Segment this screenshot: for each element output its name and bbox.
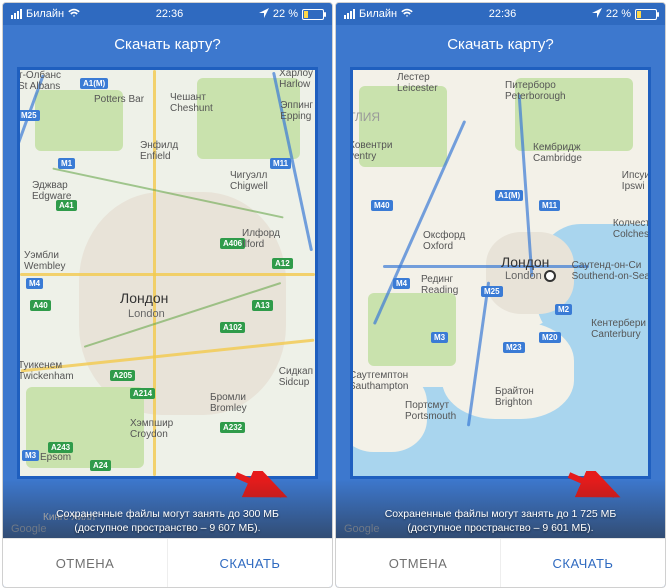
phone-right: Билайн 22:36 22 % Скачать карту? [335, 2, 666, 588]
map-viewport[interactable]: M25 A1(M) M1 M11 M4 M3 A41 A406 A40 A12 … [17, 67, 318, 479]
hwy-m25: M25 [481, 286, 503, 297]
city-cambridge: КембриджCambridge [533, 142, 582, 164]
battery-pct: 22 % [606, 8, 631, 20]
hwy-a24: A24 [90, 460, 111, 471]
wifi-icon [401, 8, 413, 21]
download-size-info: Сохраненные файлы могут занять до 300 МБ… [3, 507, 332, 535]
hwy-m40: M40 [371, 200, 393, 211]
city-coventry: Ковентриventry [350, 140, 392, 162]
city-peterborough: ПитербороPeterborough [505, 80, 566, 102]
size-line1: Сохраненные файлы могут занять до 300 МБ [15, 507, 320, 521]
city-canterbury: КентербериCanterbury [591, 318, 646, 340]
hwy-m3: M3 [431, 332, 448, 343]
city-oxford: ОксфордOxford [423, 230, 465, 252]
city-colchester: КолчестColches [613, 218, 650, 240]
status-bar: Билайн 22:36 22 % [3, 3, 332, 25]
city-london-en: London [128, 308, 165, 320]
hwy-a1m: A1(M) [495, 190, 523, 201]
hwy-a205: A205 [110, 370, 135, 381]
carrier-label: Билайн [359, 8, 397, 20]
capital-marker-icon [544, 270, 556, 282]
city-brighton: БрайтонBrighton [495, 386, 534, 408]
clock: 22:36 [489, 8, 517, 20]
signal-icon [344, 9, 355, 19]
size-line2: (доступное пространство – 9 601 МБ). [348, 521, 653, 535]
city-ipswich: ИпсуиIpswi [622, 170, 650, 192]
map-viewport[interactable]: M40 A1(M) M11 M4 M25 M2 M20 M3 M23 Лесте… [350, 67, 651, 479]
city-ilford: ИлфордIlford [242, 228, 280, 250]
hwy-m23: M23 [503, 342, 525, 353]
wifi-icon [68, 8, 80, 21]
hwy-m3: M3 [22, 450, 39, 461]
hwy-a12: A12 [272, 258, 293, 269]
city-southend: Саутенд-он-СиSouthend-on-Sea [572, 260, 650, 282]
status-bar: Билайн 22:36 22 % [336, 3, 665, 25]
cancel-button[interactable]: ОТМЕНА [3, 539, 168, 587]
page-title: Скачать карту? [336, 25, 665, 63]
hwy-a13: A13 [252, 300, 273, 311]
city-harlow: ХарлоуHarlow [279, 68, 313, 90]
hwy-m4: M4 [393, 278, 410, 289]
city-sidcup: СидкапSidcup [279, 366, 313, 388]
button-bar: ОТМЕНА СКАЧАТЬ [336, 538, 665, 587]
city-epsom: Epsom [40, 452, 71, 463]
cancel-button[interactable]: ОТМЕНА [336, 539, 501, 587]
city-croydon: ХэмпширCroydon [130, 418, 173, 440]
size-line1: Сохраненные файлы могут занять до 1 725 … [348, 507, 653, 521]
city-edgware: ЭджварEdgware [32, 180, 71, 202]
signal-icon [11, 9, 22, 19]
download-button[interactable]: СКАЧАТЬ [501, 539, 665, 587]
city-cheshunt: ЧешантCheshunt [170, 92, 213, 114]
battery-icon [302, 9, 324, 20]
page-title: Скачать карту? [3, 25, 332, 63]
hwy-m11: M11 [539, 200, 560, 211]
location-icon [592, 8, 602, 21]
hwy-m4: M4 [26, 278, 43, 289]
hwy-m2: M2 [555, 304, 572, 315]
hwy-a40: A40 [30, 300, 51, 311]
hwy-m1: M1 [58, 158, 75, 169]
city-twickenham: ТуикенемTwickenham [18, 360, 74, 382]
button-bar: ОТМЕНА СКАЧАТЬ [3, 538, 332, 587]
hwy-m20: M20 [539, 332, 561, 343]
city-stalbans: т-ОлбансSt Albans [18, 70, 61, 92]
region-label: ГЛИЯ [350, 110, 380, 124]
battery-pct: 22 % [273, 8, 298, 20]
hwy-a214: A214 [130, 388, 155, 399]
download-size-info: Сохраненные файлы могут занять до 1 725 … [336, 507, 665, 535]
city-pottersbar: Potters Bar [94, 94, 144, 105]
hwy-a232: A232 [220, 422, 245, 433]
battery-icon [635, 9, 657, 20]
city-reading: РедингReading [421, 274, 458, 296]
city-chigwell: ЧигуэллChigwell [230, 170, 268, 192]
hwy-a1m: A1(M) [80, 78, 108, 89]
hwy-m11: M11 [270, 158, 291, 169]
city-enfield: ЭнфилдEnfield [140, 140, 178, 162]
carrier-label: Билайн [26, 8, 64, 20]
hwy-a102: A102 [220, 322, 245, 333]
city-epping: ЭппингEpping [280, 100, 313, 122]
city-london-ru: Лондон [120, 290, 168, 306]
city-london-en: London [505, 270, 556, 282]
city-portsmouth: ПортсмутPortsmouth [405, 400, 456, 422]
size-line2: (доступное пространство – 9 607 МБ). [15, 521, 320, 535]
city-wembley: УэмблиWembley [24, 250, 66, 272]
city-leicester: ЛестерLeicester [397, 72, 438, 94]
phone-left: Билайн 22:36 22 % Скачать карту? [2, 2, 333, 588]
city-southampton: СаутгемптонSauthampton [350, 370, 409, 392]
city-london-ru: Лондон [501, 254, 549, 270]
hwy-m25: M25 [18, 110, 40, 121]
location-icon [259, 8, 269, 21]
city-bromley: БромлиBromley [210, 392, 247, 414]
download-button[interactable]: СКАЧАТЬ [168, 539, 332, 587]
clock: 22:36 [156, 8, 184, 20]
